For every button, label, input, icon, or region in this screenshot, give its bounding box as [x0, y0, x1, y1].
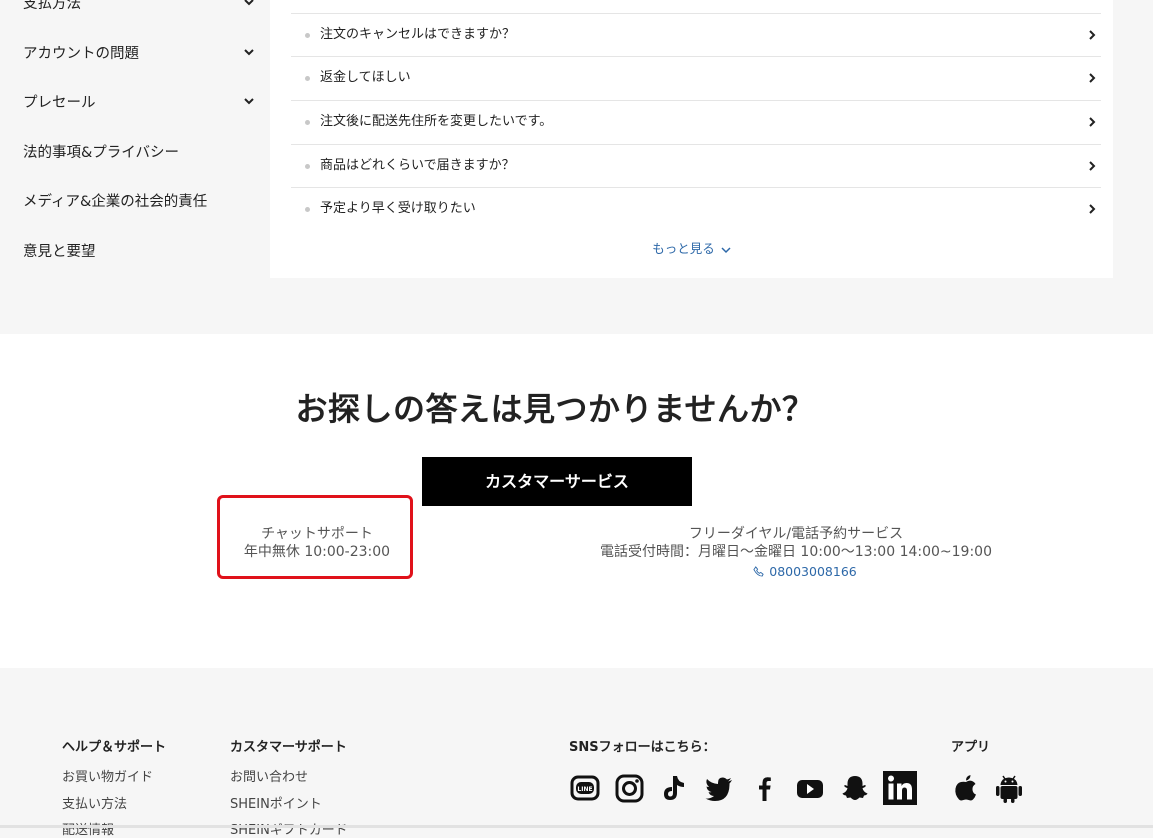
snapchat-icon[interactable]	[838, 771, 872, 805]
faq-item[interactable]: 商品はどれくらいで届きますか？	[291, 144, 1101, 188]
chevron-right-icon	[1089, 73, 1096, 83]
sidebar-item-label: プレセール	[23, 95, 96, 111]
chevron-right-icon	[1089, 204, 1096, 214]
chevron-right-icon	[1089, 161, 1096, 171]
footer-sns-heading: SNSフォローはこちら：	[569, 740, 716, 755]
sidebar-item-account[interactable]: アカウントの問題	[23, 43, 255, 65]
show-more-label: もっと見る	[652, 241, 715, 256]
faq-question: 注文後に配送先住所を変更したいです。	[320, 114, 553, 129]
chevron-right-icon	[1089, 117, 1096, 127]
faq-question: 返金してほしい	[320, 70, 411, 85]
line-icon[interactable]: LINE	[568, 771, 602, 805]
phone-service-hours: 電話受付時間：月曜日～金曜日 10:00～13:00 14:00~19:00	[599, 544, 992, 560]
footer-link-points[interactable]: SHEINポイント	[230, 793, 322, 812]
phone-service-title: フリーダイヤル/電話予約サービス	[688, 526, 904, 542]
contact-section: お探しの答えは見つかりませんか？ カスタマーサービス チャットサポート 年中無休…	[0, 334, 1153, 668]
faq-item[interactable]: 予定より早く受け取りたい	[291, 187, 1101, 231]
phone-icon	[753, 566, 764, 577]
chevron-down-icon	[244, 0, 254, 6]
apple-icon[interactable]	[949, 771, 983, 805]
phone-number: 08003008166	[769, 564, 857, 579]
customer-service-button[interactable]: カスタマーサービス	[422, 457, 692, 506]
chevron-down-icon	[244, 98, 254, 105]
faq-item[interactable]: 注文のキャンセルはできますか？	[291, 13, 1101, 57]
footer-app-heading: アプリ	[951, 740, 991, 755]
android-icon[interactable]	[992, 771, 1026, 805]
sidebar-item-label: 法的事項&プライバシー	[23, 145, 180, 161]
chat-support-title: チャットサポート	[261, 526, 373, 542]
show-more-link[interactable]: もっと見る	[270, 238, 1113, 257]
chevron-down-icon	[244, 49, 254, 56]
svg-text:LINE: LINE	[577, 786, 592, 793]
site-footer: ヘルプ＆サポート お買い物ガイド 支払い方法 配送情報 カスタマーサポート お問…	[0, 668, 1153, 838]
faq-item[interactable]: 注文後に配送先住所を変更したいです。	[291, 100, 1101, 144]
footer-link-shipping[interactable]: 配送情報	[62, 819, 114, 838]
sidebar-item-legal[interactable]: 法的事項&プライバシー	[23, 142, 255, 164]
sidebar-item-label: アカウントの問題	[23, 46, 139, 62]
faq-question: 注文のキャンセルはできますか？	[320, 27, 516, 42]
chevron-right-icon	[1089, 30, 1096, 40]
youtube-icon[interactable]	[793, 771, 827, 805]
bullet-icon	[305, 120, 310, 125]
linkedin-icon[interactable]	[883, 771, 917, 805]
bullet-icon	[305, 164, 310, 169]
sidebar-item-feedback[interactable]: 意見と要望	[23, 241, 255, 263]
sidebar-item-media[interactable]: メディア&企業の社会的責任	[23, 191, 255, 213]
sidebar-item-payment[interactable]: 支払方法	[23, 0, 255, 15]
faq-question: 商品はどれくらいで届きますか？	[320, 158, 515, 173]
sidebar-item-label: メディア&企業の社会的責任	[23, 194, 208, 210]
bullet-icon	[305, 207, 310, 212]
chevron-down-icon	[721, 246, 731, 253]
footer-link-payment[interactable]: 支払い方法	[62, 793, 127, 812]
sidebar-item-presale[interactable]: プレセール	[23, 92, 255, 114]
bullet-icon	[305, 33, 310, 38]
footer-link-contact[interactable]: お問い合わせ	[230, 766, 308, 785]
phone-number-link[interactable]: 08003008166	[560, 564, 1050, 579]
facebook-icon[interactable]	[748, 771, 782, 805]
sidebar-item-label: 意見と要望	[23, 244, 96, 260]
footer-help-heading: ヘルプ＆サポート	[62, 740, 167, 755]
twitter-icon[interactable]	[702, 771, 736, 805]
instagram-icon[interactable]	[613, 771, 647, 805]
faq-item[interactable]: 返金してほしい	[291, 56, 1101, 100]
contact-headline: お探しの答えは見つかりませんか？	[295, 390, 815, 428]
faq-panel: 注文のキャンセルはできますか？ 返金してほしい 注文後に配送先住所を変更したいで…	[270, 0, 1113, 278]
bullet-icon	[305, 76, 310, 81]
help-center-section: 支払方法 アカウントの問題 プレセール 法的事項&プライバシー メディア&企業の…	[0, 0, 1153, 334]
chat-support-hours: 年中無休 10:00-23:00	[243, 544, 391, 560]
sidebar-item-label: 支払方法	[23, 0, 81, 12]
footer-customer-heading: カスタマーサポート	[230, 740, 347, 755]
footer-link-giftcard[interactable]: SHEINギフトカード	[230, 819, 348, 838]
tiktok-icon[interactable]	[658, 771, 692, 805]
footer-link-shopping-guide[interactable]: お買い物ガイド	[62, 766, 153, 785]
faq-question: 予定より早く受け取りたい	[320, 201, 476, 216]
